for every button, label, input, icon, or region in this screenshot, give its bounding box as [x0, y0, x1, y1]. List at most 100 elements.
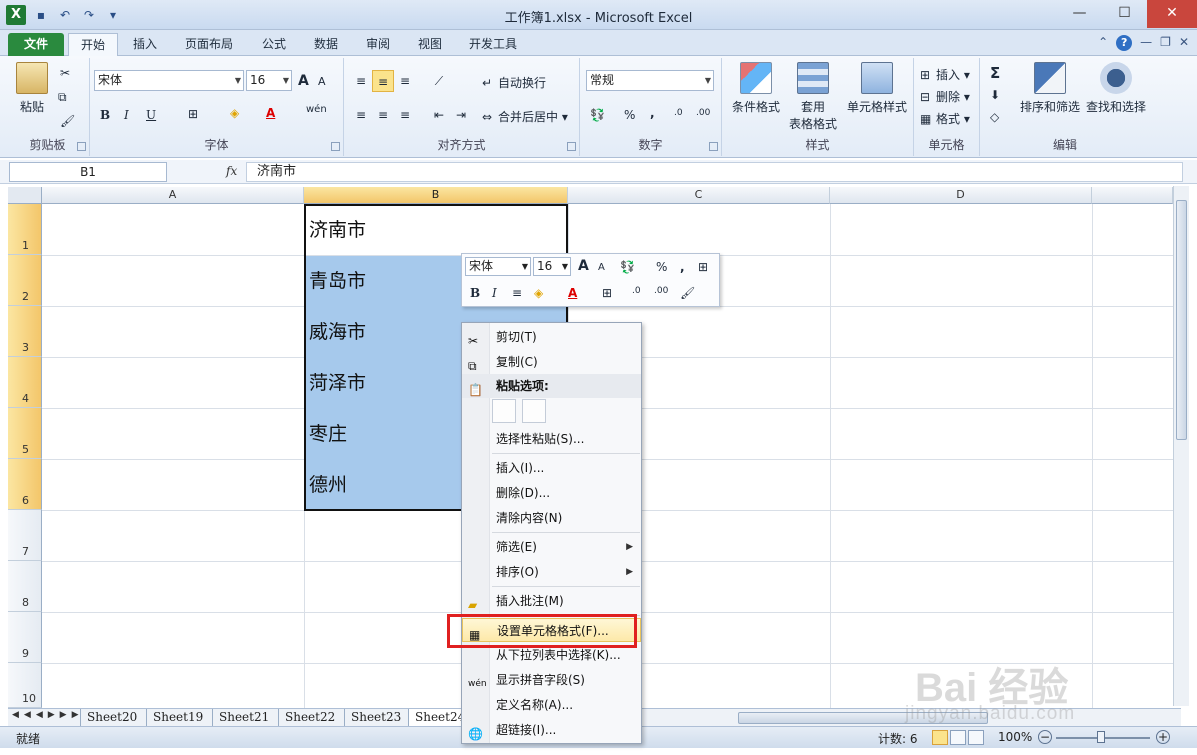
tab-home[interactable]: 开始	[68, 33, 118, 56]
tab-data[interactable]: 数据	[304, 33, 348, 56]
clear-icon[interactable]: ◇	[990, 110, 999, 124]
tab-developer[interactable]: 开发工具	[460, 33, 526, 56]
page-break-view-icon[interactable]	[968, 730, 984, 745]
menu-insert-comment[interactable]: ▰ 插入批注(M)	[462, 589, 641, 613]
wrap-text-button[interactable]: ↵ 自动换行	[482, 74, 546, 92]
mini-comma-button[interactable]: ,	[680, 260, 685, 274]
insert-cells-button[interactable]: ⊞ 插入 ▾	[920, 66, 970, 84]
mini-bold-button[interactable]: B	[470, 286, 480, 300]
name-box[interactable]: B1	[9, 162, 167, 182]
alignment-dialog-launcher[interactable]	[567, 142, 576, 151]
format-painter-icon[interactable]: 🖌	[60, 114, 75, 128]
grow-font-button[interactable]: A	[298, 73, 309, 89]
menu-sort[interactable]: 排序(O) ▶	[462, 560, 641, 584]
paste-values-icon[interactable]	[522, 399, 546, 423]
menu-copy[interactable]: ⧉ 复制(C)	[462, 350, 641, 374]
page-layout-view-icon[interactable]	[950, 730, 966, 745]
sheet-tab-20[interactable]: Sheet20	[80, 709, 143, 726]
mini-percent-button[interactable]: %	[656, 260, 667, 274]
tab-formulas[interactable]: 公式	[252, 33, 296, 56]
orientation-icon[interactable]: ⟋	[428, 70, 450, 92]
sort-filter-button[interactable]: 排序和筛选	[1018, 62, 1082, 115]
sheet-tab-22[interactable]: Sheet22	[278, 709, 341, 726]
sheet-tab-21[interactable]: Sheet21	[212, 709, 275, 726]
insert-function-button[interactable]: fx	[226, 164, 237, 178]
phonetic-icon[interactable]: wén	[306, 104, 327, 115]
column-header-e[interactable]	[1092, 187, 1173, 204]
merge-center-button[interactable]: ⇔ 合并后居中 ▾	[482, 108, 568, 126]
mini-font-color-button[interactable]: A	[568, 286, 577, 300]
sheet-tab-19[interactable]: Sheet19	[146, 709, 209, 726]
cut-icon[interactable]: ✂	[60, 66, 70, 80]
column-header-c[interactable]: C	[568, 187, 830, 204]
mini-size-combo[interactable]: 16 ▼	[533, 257, 571, 276]
menu-clear-contents[interactable]: 清除内容(N)	[462, 506, 641, 530]
align-bottom-icon[interactable]: ≡	[394, 70, 416, 92]
font-size-combo[interactable]: 16 ▼	[246, 70, 292, 91]
zoom-out-icon[interactable]: −	[1038, 730, 1052, 744]
format-as-table-button[interactable]: 套用 表格格式	[784, 62, 842, 132]
normal-view-icon[interactable]	[932, 730, 948, 745]
select-all-corner[interactable]	[8, 187, 42, 204]
column-header-d[interactable]: D	[830, 187, 1092, 204]
vertical-scrollbar[interactable]	[1173, 186, 1189, 706]
menu-hyperlink[interactable]: 🌐 超链接(I)...	[462, 718, 641, 742]
zoom-level[interactable]: 100%	[998, 730, 1032, 744]
number-dialog-launcher[interactable]	[709, 142, 718, 151]
menu-delete[interactable]: 删除(D)...	[462, 481, 641, 505]
column-header-a[interactable]: A	[42, 187, 304, 204]
mini-merge-icon[interactable]: ⊞	[698, 260, 708, 274]
workbook-restore-icon[interactable]: ❐	[1160, 35, 1171, 51]
menu-cut[interactable]: ✂ 剪切(T)	[462, 325, 641, 349]
mini-currency-icon[interactable]: 💱	[620, 260, 635, 274]
row-header-8[interactable]: 8	[8, 561, 42, 612]
mini-decrease-decimal-icon[interactable]: .00	[654, 286, 668, 296]
menu-insert[interactable]: 插入(I)...	[462, 456, 641, 480]
percent-button[interactable]: %	[624, 108, 635, 122]
align-left-icon[interactable]: ≡	[350, 104, 372, 126]
bold-button[interactable]: B	[100, 108, 110, 122]
minimize-button[interactable]: —	[1057, 0, 1102, 28]
shrink-font-button[interactable]: A	[318, 75, 326, 88]
fill-color-icon[interactable]: ◈	[230, 106, 239, 120]
column-header-b[interactable]: B	[304, 187, 568, 204]
autosum-button[interactable]: Σ	[990, 64, 1000, 82]
menu-define-name[interactable]: 定义名称(A)...	[462, 693, 641, 717]
close-button[interactable]: ✕	[1147, 0, 1197, 28]
mini-shrink-font-icon[interactable]: A	[598, 262, 605, 273]
row-header-1[interactable]: 1	[8, 204, 42, 255]
workbook-minimize-icon[interactable]: —	[1140, 35, 1152, 51]
row-header-9[interactable]: 9	[8, 612, 42, 663]
decrease-indent-icon[interactable]: ⇤	[428, 104, 450, 126]
tab-insert[interactable]: 插入	[124, 33, 166, 56]
align-right-icon[interactable]: ≡	[394, 104, 416, 126]
clipboard-dialog-launcher[interactable]	[77, 142, 86, 151]
workbook-close-icon[interactable]: ✕	[1179, 35, 1189, 51]
maximize-button[interactable]: ☐	[1102, 0, 1147, 28]
cell-styles-button[interactable]: 单元格样式	[844, 62, 910, 115]
menu-show-phonetic[interactable]: wén 显示拼音字段(S)	[462, 668, 641, 692]
mini-format-painter-icon[interactable]: 🖌	[680, 286, 695, 300]
mini-grow-font-icon[interactable]: A	[578, 258, 589, 274]
menu-filter[interactable]: 筛选(E) ▶	[462, 535, 641, 559]
tab-file[interactable]: 文件	[8, 33, 64, 56]
underline-button[interactable]: U	[146, 108, 156, 122]
row-header-3[interactable]: 3	[8, 306, 42, 357]
mini-font-combo[interactable]: 宋体 ▼	[465, 257, 531, 276]
align-middle-icon[interactable]: ≡	[372, 70, 394, 92]
conditional-format-button[interactable]: 条件格式	[728, 62, 784, 115]
tab-review[interactable]: 审阅	[356, 33, 400, 56]
row-header-5[interactable]: 5	[8, 408, 42, 459]
row-header-10[interactable]: 10	[8, 663, 42, 708]
border-icon[interactable]: ⊞	[188, 107, 198, 121]
menu-paste-special[interactable]: 选择性粘贴(S)...	[462, 427, 641, 451]
find-select-button[interactable]: 查找和选择	[1084, 62, 1148, 115]
increase-decimal-icon[interactable]: .0	[674, 108, 683, 118]
row-header-4[interactable]: 4	[8, 357, 42, 408]
sheet-tab-23[interactable]: Sheet23	[344, 709, 407, 726]
increase-indent-icon[interactable]: ⇥	[450, 104, 472, 126]
fill-icon[interactable]: ⬇	[990, 88, 1000, 102]
collapse-ribbon-icon[interactable]: ⌃	[1098, 35, 1108, 51]
tab-page-layout[interactable]: 页面布局	[176, 33, 242, 56]
sheet-nav-arrows-icon[interactable]: ◀◀◀▶▶▶	[12, 710, 84, 720]
